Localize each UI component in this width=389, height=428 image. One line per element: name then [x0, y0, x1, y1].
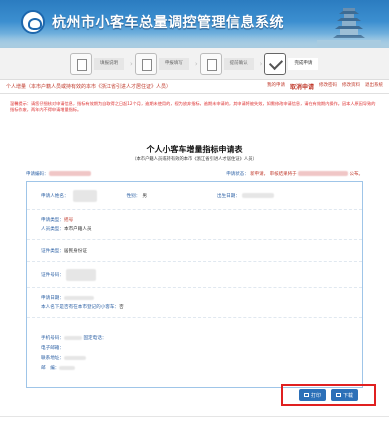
logo-icon	[21, 10, 45, 34]
step-complete: 完成申请	[264, 52, 319, 75]
change-password-link[interactable]: 修改密码	[319, 82, 337, 91]
arrow-icon: ›	[194, 59, 198, 68]
my-application-link[interactable]: 我的申请	[267, 82, 285, 91]
redacted-value	[72, 189, 97, 202]
edit-profile-link[interactable]: 修改资料	[342, 82, 360, 91]
step-label: 完成申请	[288, 57, 319, 70]
form-subtitle: （本市户籍人员或持有效的本市《浙江省引进人才居住证》人员）	[132, 157, 257, 162]
header: 杭州市小客车总量调控管理信息系统	[0, 0, 389, 48]
address-label: 联系地址：	[41, 356, 64, 361]
form-row-date: 申请日期： 本人名下是否有在本市登记的小客车：否	[27, 288, 362, 318]
download-label: 下载	[343, 392, 354, 399]
form-row-id-type: 证件类型： 居民身份证	[27, 240, 362, 262]
apply-date-label: 申请日期：	[41, 296, 64, 301]
form-row-type: 申请类型：摇号 人员类型：本市户籍人员	[27, 210, 362, 240]
nav-links: 我的申请 取消申请 修改密码 修改资料 退出系统	[267, 82, 383, 91]
apply-type-value: 摇号	[63, 218, 74, 223]
step-instructions: 填报说明	[70, 52, 124, 75]
cancel-application-link[interactable]: 取消申请	[290, 82, 314, 91]
owner-value: 否	[119, 305, 124, 310]
postcode-label: 邮 编：	[41, 366, 60, 371]
form-title: 个人小客车增量指标申请表	[146, 144, 243, 154]
id-type-value: 居民身份证	[63, 248, 87, 254]
print-button[interactable]: 打印	[298, 389, 326, 401]
printer-icon	[303, 393, 309, 397]
birth-label: 出生日期：	[216, 193, 240, 199]
owner-label: 本人名下是否有在本市登记的小客车：	[41, 305, 120, 310]
notice-text: 温馨提示：请您仔细核对申请信息，指标有效期为自取得之日起12个月，逾期未使用的，…	[10, 101, 376, 112]
gender-value: 男	[142, 193, 147, 199]
step-fill-form: 申报填写	[134, 52, 189, 75]
action-buttons-highlight: 打印 下载	[281, 384, 376, 406]
document-icon	[199, 52, 222, 75]
edit-icon	[134, 52, 157, 75]
step-label: 提前确认	[223, 57, 254, 70]
redacted-value	[63, 355, 86, 360]
header-landscape	[0, 34, 389, 48]
user-type: 个人增量（本市户籍人员或持有效的本市《浙江省引进人才居住证》人员）	[6, 84, 172, 90]
arrow-icon: ›	[130, 59, 133, 68]
step-label: 填报说明	[94, 57, 124, 70]
print-label: 打印	[310, 392, 321, 399]
redacted-value	[59, 365, 76, 370]
logout-link[interactable]: 退出系统	[365, 82, 383, 91]
application-form: 申请人姓名： 性别： 男 出生日期： 申请类型：摇号 人员类型：本市户籍人员 证…	[26, 181, 363, 388]
form-row-id-no: 证件号码：	[27, 262, 362, 288]
form-row-name: 申请人姓名： 性别： 男 出生日期：	[27, 182, 362, 210]
person-type-value: 本市户籍人员	[63, 227, 92, 232]
site-title: 杭州市小客车总量调控管理信息系统	[52, 15, 284, 31]
status-value: 新申请，	[250, 172, 269, 177]
step-label: 申报填写	[158, 57, 189, 70]
redacted-value	[63, 335, 82, 340]
form-row-contact: 手机号码： 固定电话： 电子邮箱： 联系地址： 邮 编：	[27, 318, 362, 388]
status-note: 审核结果将于	[269, 172, 297, 177]
redacted-value	[298, 171, 349, 176]
redacted-value	[65, 268, 96, 281]
document-icon	[70, 52, 92, 75]
phone-label: 手机号码：	[41, 336, 64, 341]
redacted-value	[63, 295, 94, 300]
download-button[interactable]: 下载	[331, 389, 359, 401]
arrow-icon: ›	[259, 59, 263, 68]
status-end: 公布。	[349, 172, 364, 177]
form-meta: 申请编码： 申请状态： 新申请， 审核结果将于 公布。	[0, 171, 389, 177]
id-type-label: 证件类型：	[41, 248, 64, 254]
footer-divider	[0, 416, 389, 417]
status-label: 申请状态：	[226, 172, 249, 177]
person-type-label: 人员类型：	[41, 227, 64, 232]
apply-type-label: 申请类型：	[41, 218, 64, 223]
fixed-phone-label: 固定电话：	[83, 336, 107, 341]
id-no-label: 证件号码：	[41, 272, 64, 278]
download-icon	[336, 393, 341, 397]
redacted-value	[48, 171, 91, 176]
redacted-value	[241, 193, 274, 198]
email-label: 电子邮箱：	[41, 346, 64, 351]
step-confirm: 提前确认	[199, 52, 254, 75]
check-icon	[264, 52, 287, 75]
progress-steps: 填报说明 › 申报填写 › 提前确认 › 完成申请	[0, 48, 389, 80]
name-label: 申请人姓名：	[41, 193, 69, 199]
user-nav: 个人增量（本市户籍人员或持有效的本市《浙江省引进人才居住证》人员） 我的申请 取…	[0, 80, 389, 94]
gender-label: 性别：	[126, 193, 141, 199]
app-no-label: 申请编码：	[26, 172, 49, 177]
